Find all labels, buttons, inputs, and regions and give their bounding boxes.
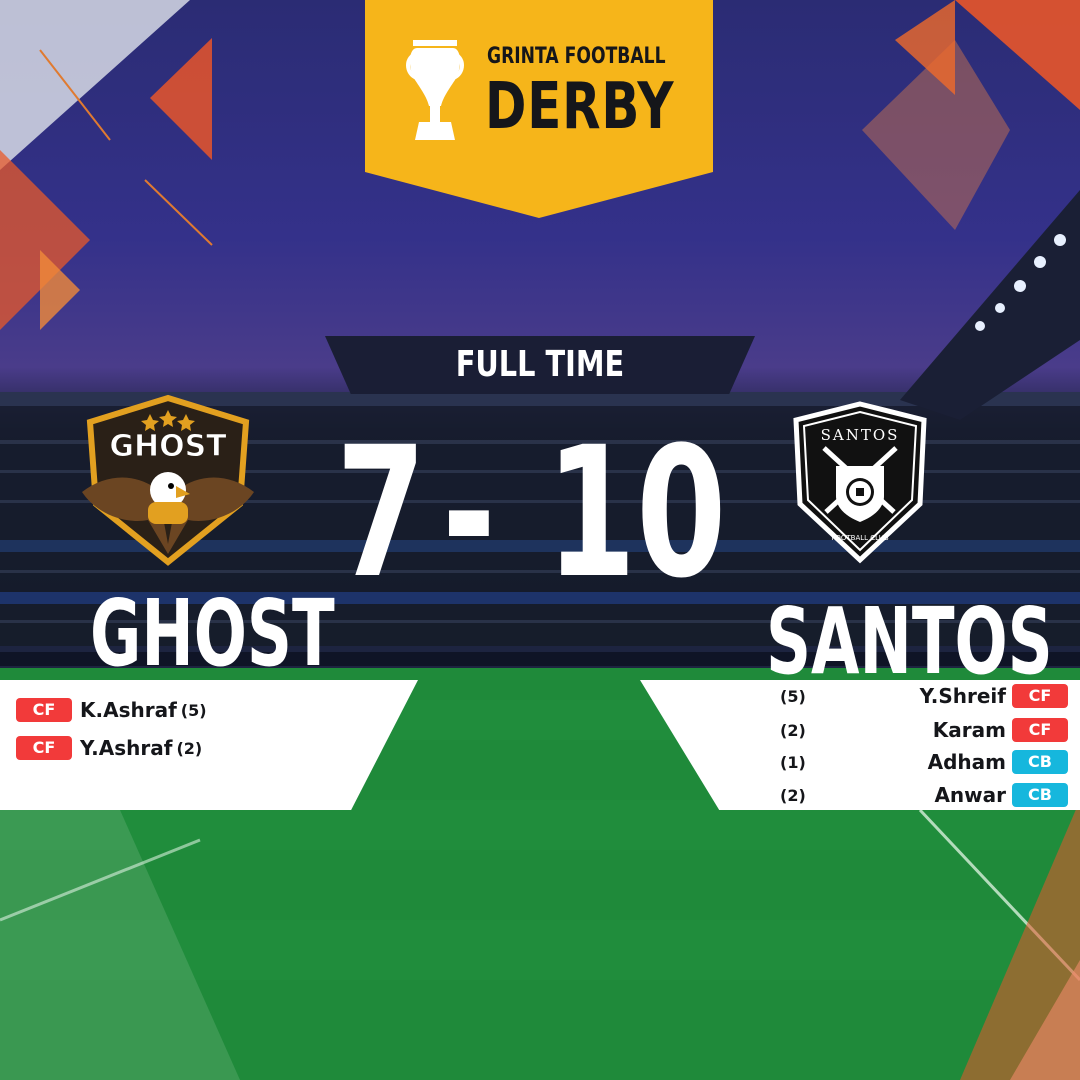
match-status-bar: FULL TIME bbox=[325, 336, 755, 394]
position-badge: CF bbox=[16, 736, 72, 760]
home-scorers-panel: CF K.Ashraf (5) CF Y.Ashraf (2) bbox=[0, 680, 418, 810]
tournament-banner: GRINTA FOOTBALL DERBY bbox=[365, 0, 713, 218]
scorer-row: (2) Karam CF bbox=[780, 716, 1068, 744]
scorer-name: Y.Ashraf bbox=[80, 736, 173, 760]
tournament-subtitle: GRINTA FOOTBALL bbox=[487, 44, 666, 69]
scorer-goals: (2) bbox=[176, 738, 203, 758]
scorer-goals: (2) bbox=[780, 785, 806, 805]
scorer-row: (2) Anwar CB bbox=[780, 781, 1068, 809]
match-status-text: FULL TIME bbox=[455, 344, 625, 385]
scorer-goals: (2) bbox=[780, 720, 806, 740]
position-badge: CF bbox=[1012, 684, 1068, 708]
match-result-poster: GRINTA FOOTBALL DERBY FULL TIME GHOST SA… bbox=[0, 0, 1080, 1080]
scoreline: 7 - 10 bbox=[300, 424, 780, 604]
away-team-name: SANTOS bbox=[766, 588, 1053, 695]
away-score: 10 bbox=[546, 409, 727, 618]
scorer-name: Anwar bbox=[934, 783, 1006, 807]
position-badge: CF bbox=[16, 698, 72, 722]
scorer-name: Y.Shreif bbox=[919, 684, 1006, 708]
scorer-goals: (1) bbox=[780, 752, 806, 772]
ghost-crest-logo: GHOST bbox=[82, 394, 254, 566]
scorer-row: (1) Adham CB bbox=[780, 748, 1068, 776]
santos-crest-subtext: FOOTBALL CLUB bbox=[831, 534, 889, 542]
scorer-goals: (5) bbox=[180, 700, 207, 720]
scorer-row: (5) Y.Shreif CF bbox=[780, 682, 1068, 710]
trophy-icon bbox=[406, 40, 464, 140]
scorer-name: Adham bbox=[927, 750, 1006, 774]
home-team-name: GHOST bbox=[90, 580, 335, 687]
home-score: 7 bbox=[336, 409, 427, 618]
scorer-row: CF K.Ashraf (5) bbox=[16, 696, 207, 724]
tournament-title: DERBY bbox=[485, 70, 675, 144]
scorer-row: CF Y.Ashraf (2) bbox=[16, 734, 202, 762]
ghost-crest-text: GHOST bbox=[109, 429, 227, 464]
scorer-goals: (5) bbox=[780, 686, 806, 706]
scorer-name: K.Ashraf bbox=[80, 698, 177, 722]
position-badge: CB bbox=[1012, 750, 1068, 774]
score-separator: - bbox=[442, 409, 496, 618]
position-badge: CF bbox=[1012, 718, 1068, 742]
santos-crest-logo: SANTOS FOOTBALL CLUB bbox=[793, 401, 927, 564]
position-badge: CB bbox=[1012, 783, 1068, 807]
scorer-name: Karam bbox=[932, 718, 1006, 742]
santos-crest-text: SANTOS bbox=[821, 426, 900, 444]
